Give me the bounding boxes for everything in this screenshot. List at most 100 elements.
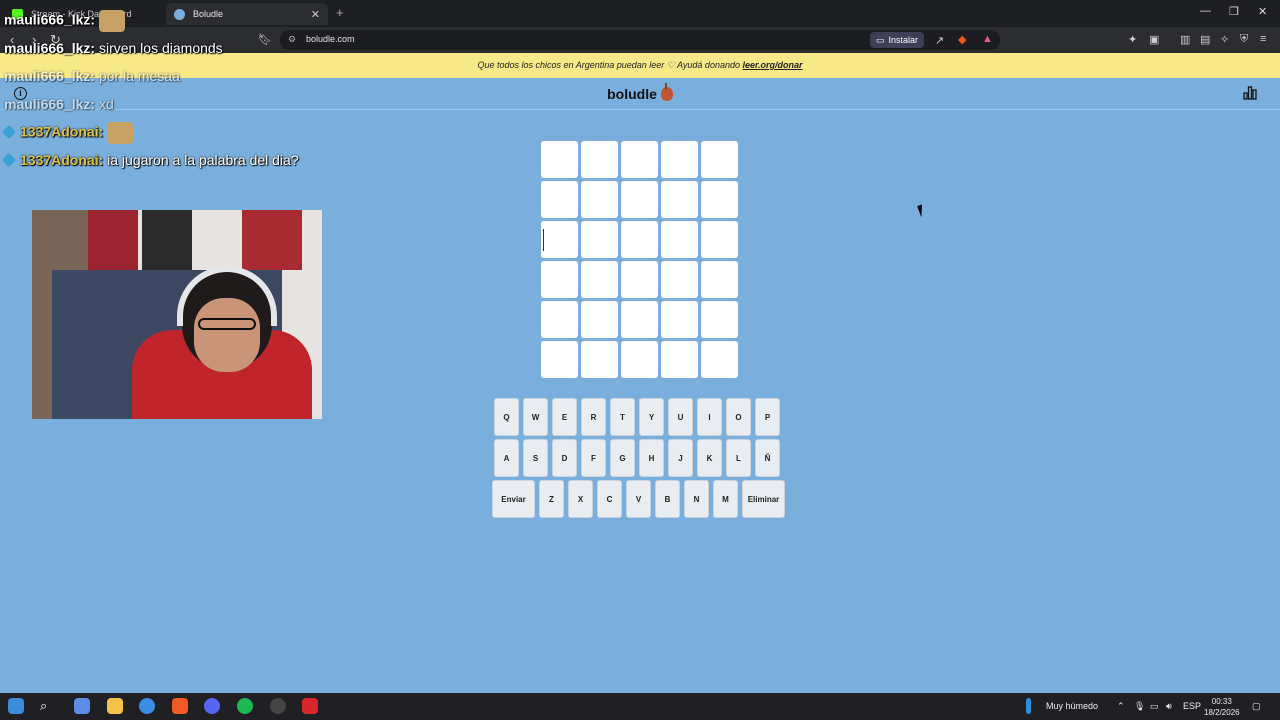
keyboard-row-1: QWERTYUIOP — [494, 398, 780, 436]
bar-chart-icon[interactable] — [1243, 86, 1257, 100]
letter-grid — [541, 141, 739, 378]
key-k[interactable]: K — [697, 439, 722, 477]
file-explorer-icon[interactable] — [107, 698, 123, 714]
key-r[interactable]: R — [581, 398, 606, 436]
chat-username: mauli666_lkz: — [4, 96, 96, 112]
key-eliminar[interactable]: Eliminar — [742, 480, 785, 518]
address-bar[interactable]: ⚙︎ boludle.com ▭ Instalar ↗ ◆ ▲ — [280, 30, 1000, 50]
grid-cell — [701, 221, 738, 258]
share-icon[interactable]: ↗ — [935, 34, 944, 47]
key-ñ[interactable]: Ñ — [755, 439, 780, 477]
wallet-icon[interactable]: ▤ — [1200, 33, 1210, 46]
install-button[interactable]: ▭ Instalar — [870, 32, 925, 48]
keyboard-row-2: ASDFGHJKLÑ — [494, 439, 780, 477]
mouse-cursor-icon — [917, 202, 931, 218]
grid-cell — [541, 141, 578, 178]
network-icon[interactable]: ▭ — [1150, 701, 1159, 712]
key-u[interactable]: U — [668, 398, 693, 436]
grid-cell — [621, 261, 658, 298]
discord-icon[interactable] — [204, 698, 220, 714]
key-j[interactable]: J — [668, 439, 693, 477]
copilot-icon[interactable] — [74, 698, 90, 714]
key-q[interactable]: Q — [494, 398, 519, 436]
voicemeeter-icon[interactable] — [302, 698, 318, 714]
grid-cell — [581, 341, 618, 378]
restore-icon[interactable]: ❐ — [1229, 5, 1239, 18]
key-f[interactable]: F — [581, 439, 606, 477]
key-d[interactable]: D — [552, 439, 577, 477]
monitor-icon: ▭ — [876, 34, 885, 45]
chat-username: mauli666_lkz: — [4, 11, 96, 28]
donation-banner: Que todos los chicos en Argentina puedan… — [0, 53, 1280, 78]
key-c[interactable]: C — [597, 480, 622, 518]
key-l[interactable]: L — [726, 439, 751, 477]
grid-cell — [661, 221, 698, 258]
tab-search-icon[interactable]: ▣ — [1149, 33, 1159, 46]
key-a[interactable]: A — [494, 439, 519, 477]
key-o[interactable]: O — [726, 398, 751, 436]
extensions-icon[interactable]: ✦ — [1128, 33, 1137, 46]
key-h[interactable]: H — [639, 439, 664, 477]
keyboard-row-3: Enviar Z X C V B N M Eliminar — [492, 480, 785, 518]
close-tab-icon[interactable]: ✕ — [311, 8, 320, 21]
weather-text: Muy húmedo — [1046, 701, 1099, 711]
key-z[interactable]: Z — [539, 480, 564, 518]
key-g[interactable]: G — [610, 439, 635, 477]
clock-date: 18/2/2026 — [1204, 708, 1240, 717]
tab-label: Boludle — [193, 9, 224, 19]
app-header: i boludle — [0, 78, 1280, 110]
search-icon[interactable]: ⌕ — [40, 698, 56, 714]
notifications-icon[interactable]: ▢ — [1252, 701, 1261, 712]
brave-app-icon[interactable] — [172, 698, 188, 714]
subscriber-badge-icon — [1, 124, 17, 139]
banner-link[interactable]: leer.org/donar — [743, 60, 803, 70]
tray-chevron-icon[interactable]: ⌃ — [1117, 701, 1125, 712]
key-y[interactable]: Y — [639, 398, 664, 436]
clock-time: 00:33 — [1211, 697, 1232, 706]
key-w[interactable]: W — [523, 398, 548, 436]
language-indicator[interactable]: ESP — [1183, 701, 1201, 711]
grid-cell — [581, 181, 618, 218]
browser-app-icon[interactable] — [139, 698, 155, 714]
sidebar-icon[interactable]: ▥ — [1180, 33, 1190, 46]
obs-icon[interactable] — [270, 698, 286, 714]
key-i[interactable]: I — [697, 398, 722, 436]
site-info-icon[interactable]: ⚙︎ — [288, 34, 296, 45]
windows-start-icon[interactable] — [8, 698, 24, 714]
banner-text: Que todos los chicos en Argentina puedan… — [477, 60, 740, 70]
grid-cell — [621, 221, 658, 258]
key-v[interactable]: V — [626, 480, 651, 518]
minimize-icon[interactable]: — — [1200, 5, 1211, 17]
close-window-icon[interactable]: ✕ — [1258, 5, 1267, 18]
new-tab-icon[interactable]: + — [336, 5, 344, 20]
key-enviar[interactable]: Enviar — [492, 480, 535, 518]
grid-cell — [621, 141, 658, 178]
spotify-icon[interactable] — [237, 698, 253, 714]
key-e[interactable]: E — [552, 398, 577, 436]
brave-shield-icon[interactable]: ◆ — [958, 33, 966, 46]
menu-icon[interactable]: ≡ — [1260, 33, 1266, 45]
clock[interactable]: 00:33 18/2/2026 — [1204, 696, 1240, 718]
key-t[interactable]: T — [610, 398, 635, 436]
leo-ai-icon[interactable]: ✧ — [1220, 33, 1229, 46]
tab-boludle[interactable]: Boludle ✕ — [166, 3, 328, 25]
chat-text: xd — [95, 96, 114, 112]
key-m[interactable]: M — [713, 480, 738, 518]
microphone-icon[interactable]: 🎙︎ — [1134, 701, 1145, 712]
chat-emote-icon — [99, 10, 126, 32]
taskbar: ⌕ Muy húmedo ⌃ 🎙︎ ▭ 🔊︎ ESP 00:33 18/2/20… — [0, 693, 1280, 720]
grid-cell — [701, 261, 738, 298]
chat-text: por la mesaa — [95, 68, 180, 84]
grid-cell — [541, 301, 578, 338]
volume-icon[interactable]: 🔊︎ — [1166, 701, 1172, 712]
grid-cell — [581, 221, 618, 258]
bookmark-icon[interactable]: 🔖︎ — [258, 33, 272, 46]
vpn-icon[interactable]: ⛨ — [1240, 33, 1248, 46]
key-s[interactable]: S — [523, 439, 548, 477]
key-b[interactable]: B — [655, 480, 680, 518]
key-n[interactable]: N — [684, 480, 709, 518]
key-p[interactable]: P — [755, 398, 780, 436]
brave-rewards-icon[interactable]: ▲ — [982, 33, 993, 45]
key-x[interactable]: X — [568, 480, 593, 518]
grid-cell — [661, 341, 698, 378]
